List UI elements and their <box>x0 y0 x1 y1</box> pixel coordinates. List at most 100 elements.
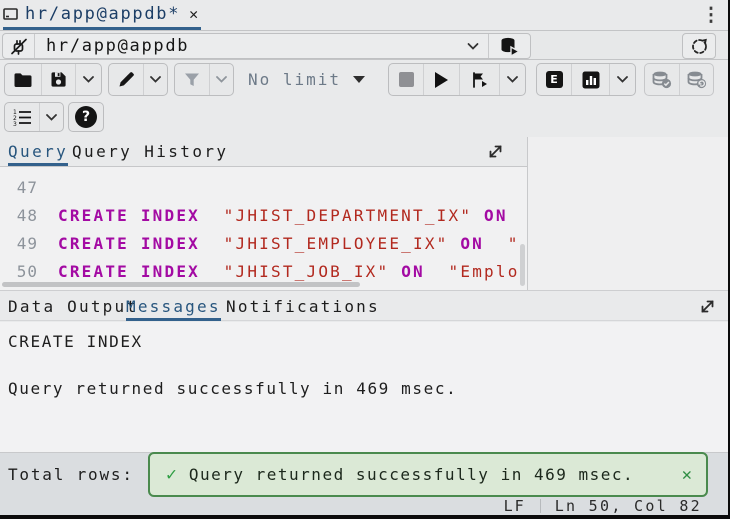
bar-chart-icon <box>582 71 600 89</box>
commit-button[interactable] <box>645 64 679 95</box>
query-tool-tab[interactable]: hr/app@appdb* ✕ <box>3 0 201 30</box>
code-token: ON <box>460 234 484 253</box>
connection-bar: hr/app@appdb <box>0 30 728 60</box>
db-rollback-icon <box>686 70 708 90</box>
kebab-menu-icon[interactable]: ⋮ <box>700 2 722 28</box>
connection-status-button[interactable] <box>682 33 716 59</box>
new-connection-icon[interactable] <box>488 34 530 58</box>
close-tab-icon[interactable]: ✕ <box>189 5 198 23</box>
edit-button[interactable] <box>109 64 143 95</box>
explain-analyze-button[interactable] <box>571 64 609 95</box>
save-icon <box>49 70 68 89</box>
code-line[interactable]: 48CREATE INDEX "JHIST_DEPARTMENT_IX" ON <box>0 202 527 230</box>
db-commit-icon <box>651 70 673 90</box>
code-token <box>472 206 484 225</box>
numbered-list-icon: 1 2 3 <box>12 108 32 126</box>
success-toast: ✓ Query returned successfully in 469 mse… <box>148 452 708 497</box>
limit-dropdown-arrow-icon <box>353 76 365 83</box>
connection-value: hr/app@appdb <box>35 36 458 56</box>
code-token: ON <box>484 206 508 225</box>
play-icon <box>435 72 448 88</box>
results-expand-icon[interactable] <box>698 297 717 316</box>
connection-selector[interactable]: hr/app@appdb <box>2 33 531 59</box>
code-line[interactable]: 49CREATE INDEX "JHIST_EMPLOYEE_IX" ON " <box>0 230 527 258</box>
toast-close-icon[interactable]: ✕ <box>682 465 692 485</box>
save-chevron-down-icon[interactable] <box>75 64 101 95</box>
stop-button[interactable] <box>389 64 423 95</box>
main-toolbar: No limit E <box>0 60 728 100</box>
code-token <box>389 262 401 281</box>
explain-button[interactable]: E <box>537 64 571 95</box>
code-token: CREATE INDEX <box>58 206 200 225</box>
status-bar: LF Ln 50, Col 82 <box>0 497 728 515</box>
code-token: " <box>508 234 520 253</box>
edit-button-group <box>108 63 168 96</box>
help-button[interactable]: ? <box>69 103 103 131</box>
file-button-group <box>4 63 102 96</box>
connection-chevron-down-icon[interactable] <box>458 42 488 51</box>
messages-panel: CREATE INDEX Query returned successfully… <box>0 322 728 452</box>
code-token <box>484 234 508 253</box>
explain-icon: E <box>546 71 563 88</box>
editor-expand-icon[interactable] <box>486 142 505 161</box>
execute-button[interactable] <box>423 64 459 95</box>
code-token <box>449 234 461 253</box>
filter-button[interactable] <box>175 64 209 95</box>
save-button[interactable] <box>41 64 75 95</box>
pencil-icon <box>117 70 136 89</box>
help-button-group: ? <box>68 102 104 132</box>
secondary-toolbar: 1 2 3 ? <box>0 100 728 136</box>
macro-button-group: 1 2 3 <box>4 102 64 132</box>
connection-plug-icon <box>3 34 35 58</box>
code-token <box>200 234 224 253</box>
tab-title: hr/app@appdb* <box>25 3 180 24</box>
tab-data-output[interactable]: Data Output <box>8 291 138 321</box>
row-limit-value: No limit <box>248 70 341 89</box>
line-number: 47 <box>0 174 44 202</box>
query-tool-tab-icon <box>3 7 18 21</box>
code-token <box>200 206 224 225</box>
rollback-button[interactable] <box>679 64 713 95</box>
line-number: 49 <box>0 230 44 258</box>
macro-button[interactable]: 1 2 3 <box>5 103 39 131</box>
code-token: "JHIST_DEPARTMENT_IX" <box>224 206 473 225</box>
filter-chevron-down-icon[interactable] <box>209 64 233 95</box>
refresh-icon <box>690 37 709 56</box>
edit-chevron-down-icon[interactable] <box>143 64 167 95</box>
code-lines: 4748CREATE INDEX "JHIST_DEPARTMENT_IX" O… <box>0 174 527 286</box>
clipped-code-line: "employee_id", "start_date"); <box>0 167 527 174</box>
tab-query[interactable]: Query <box>8 136 68 166</box>
message-line: Query returned successfully in 469 msec. <box>8 379 720 398</box>
code-token: ON <box>401 262 425 281</box>
open-file-button[interactable] <box>5 64 41 95</box>
code-line[interactable]: 47 <box>0 174 527 202</box>
row-limit-dropdown[interactable]: No limit <box>240 63 373 96</box>
sql-editor[interactable]: "employee_id", "start_date"); 4748CREATE… <box>0 167 527 290</box>
flag-play-icon <box>471 71 489 89</box>
editor-horizontal-scrollbar[interactable] <box>2 282 360 287</box>
execute-options-button[interactable] <box>459 64 499 95</box>
total-rows-label: Total rows: <box>8 465 134 484</box>
stop-icon <box>399 72 414 87</box>
code-token: CREATE INDEX <box>58 234 200 253</box>
folder-icon <box>13 71 33 89</box>
explain-button-group: E <box>536 63 636 96</box>
macro-chevron-down-icon[interactable] <box>39 103 63 131</box>
clipped-line-text: "employee_id", "start_date"); <box>269 173 527 174</box>
scratch-pad-panel[interactable] <box>527 137 730 290</box>
editor-vertical-scrollbar[interactable] <box>520 244 525 286</box>
check-icon: ✓ <box>166 464 177 485</box>
code-token: "JHIST_JOB_IX" <box>224 262 390 281</box>
toast-message: Query returned successfully in 469 msec. <box>189 465 682 484</box>
eol-indicator: LF <box>504 497 540 515</box>
tab-query-history[interactable]: Query History <box>72 136 228 166</box>
execute-chevron-down-icon[interactable] <box>499 64 525 95</box>
results-tab-bar: Data Output Messages Notifications <box>0 290 728 321</box>
explain-chevron-down-icon[interactable] <box>609 64 635 95</box>
execute-button-group <box>388 63 526 96</box>
help-icon: ? <box>75 106 97 128</box>
tab-notifications[interactable]: Notifications <box>226 291 380 321</box>
document-tab-bar: hr/app@appdb* ✕ ⋮ <box>0 0 728 30</box>
tab-messages[interactable]: Messages <box>126 291 221 321</box>
code-token <box>200 262 224 281</box>
